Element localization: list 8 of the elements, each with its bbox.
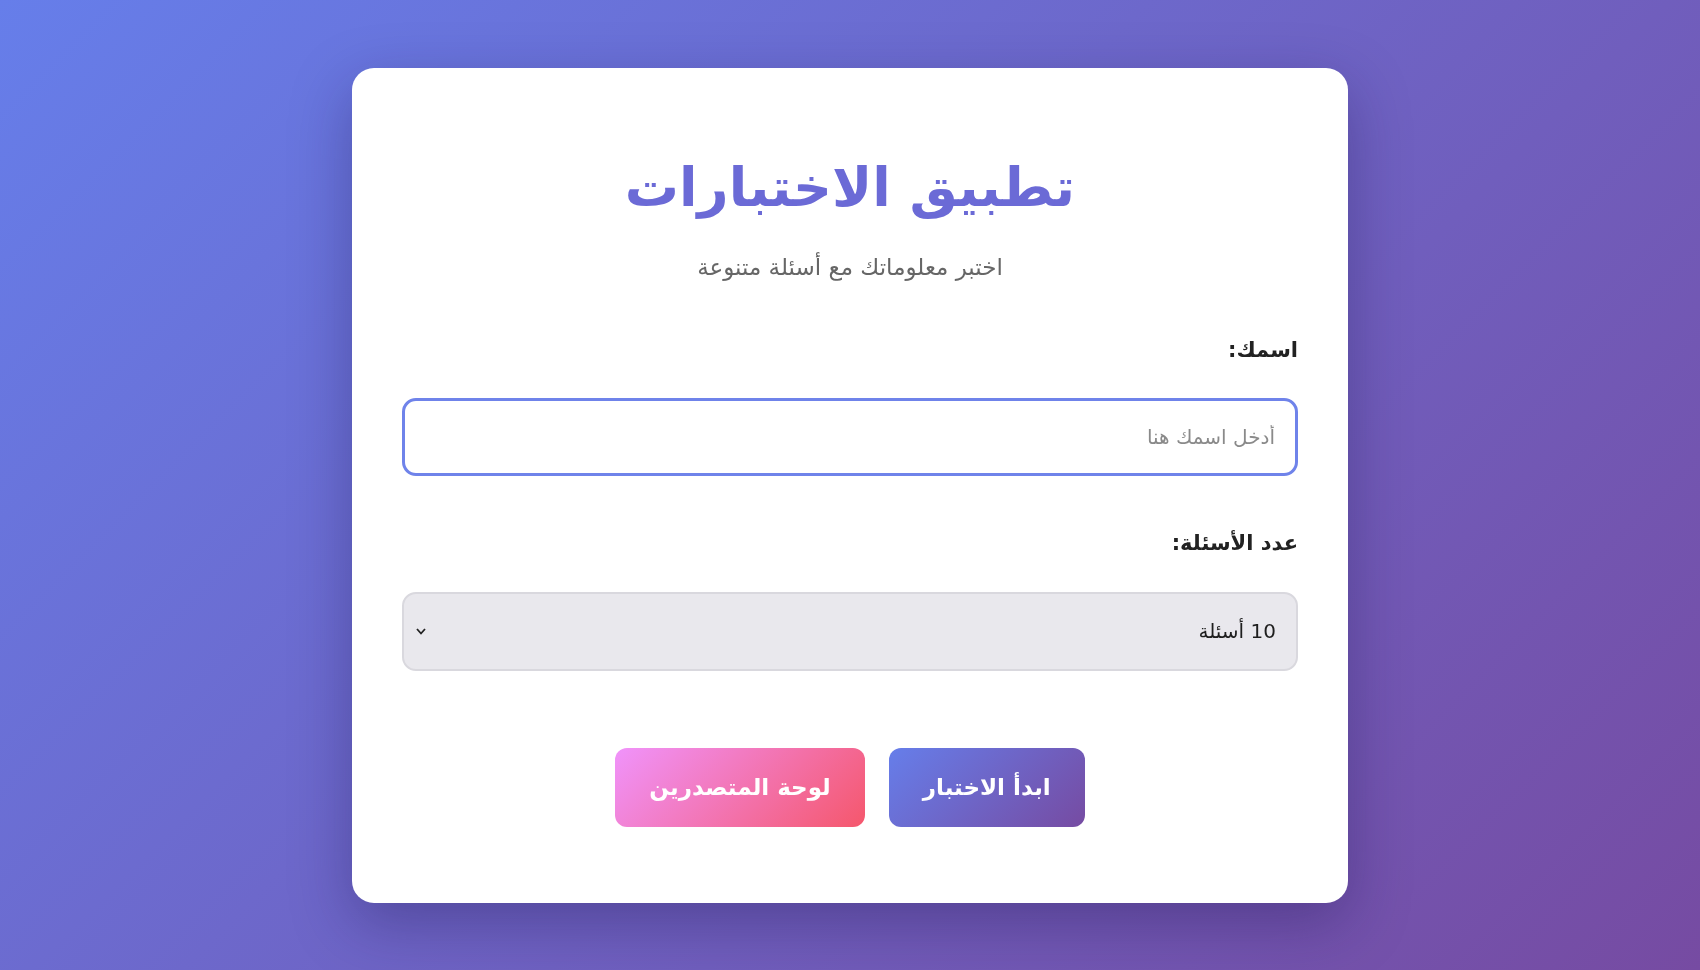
start-quiz-button[interactable]: ابدأ الاختبار xyxy=(888,747,1085,827)
chevron-down-icon xyxy=(416,627,426,635)
field-label: اسمك: xyxy=(1228,336,1298,364)
app-title: تطبيق الاختبارات xyxy=(624,154,1076,221)
field-label: عدد الأسئلة: xyxy=(1171,529,1298,557)
question-count-select[interactable]: 10 أسئلة xyxy=(402,591,1298,671)
app-subtitle: اختبر معلوماتك مع أسئلة متنوعة xyxy=(697,251,1003,283)
leaderboard-button[interactable]: لوحة المتصدرين xyxy=(615,747,865,827)
